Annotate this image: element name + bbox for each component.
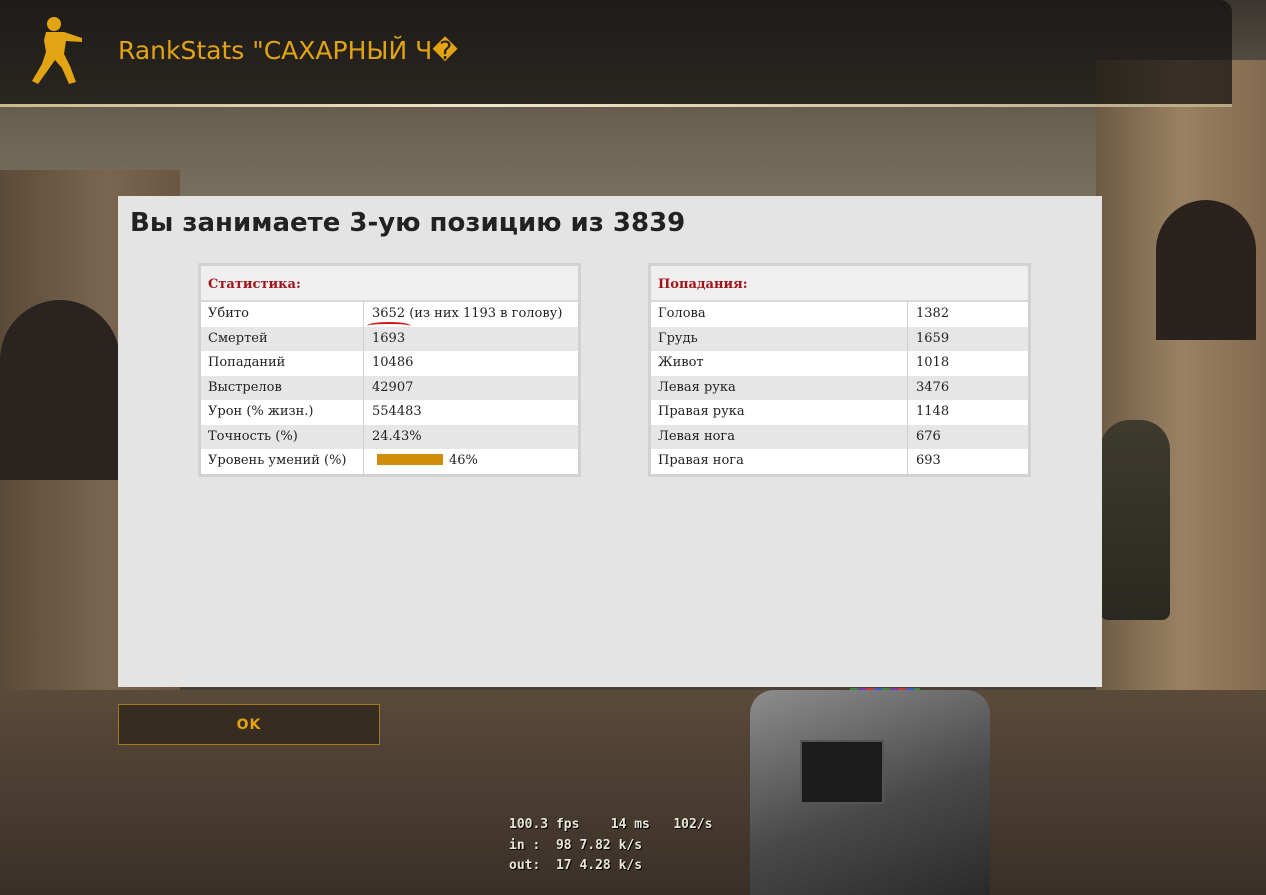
hit-label: Правая нога xyxy=(651,449,908,474)
hit-value: 1382 xyxy=(916,306,950,321)
table-row: Точность (%) 24.43% xyxy=(201,424,578,449)
soldier-figure xyxy=(1100,420,1170,620)
table-row: Левая рука 3476 xyxy=(651,375,1028,400)
stat-value: 46% xyxy=(364,449,478,474)
table-row: Левая нога 676 xyxy=(651,424,1028,449)
window-title: RankStats "САХАРНЫЙ Ч� xyxy=(118,36,458,65)
archway-left xyxy=(0,300,120,480)
skill-level-value: 46% xyxy=(449,453,478,468)
stat-label: Попаданий xyxy=(201,351,364,376)
bomb-display xyxy=(800,740,884,804)
stat-value: 3652 (из них 1193 в голову) xyxy=(364,302,562,327)
doorway-right xyxy=(1156,200,1256,340)
hit-label: Левая рука xyxy=(651,375,908,400)
stats-table-title: Статистика: xyxy=(201,266,578,302)
hit-value: 1018 xyxy=(916,355,950,370)
table-row: Убито 3652 (из них 1193 в голову) xyxy=(201,302,578,327)
counter-strike-soldier-icon xyxy=(32,17,82,84)
net-graph: 100.3 fps 14 ms 102/s in : 98 7.82 k/s out… xyxy=(509,815,713,877)
stat-value: 10486 xyxy=(372,355,414,370)
skill-level-bar xyxy=(377,454,443,465)
hit-label: Правая рука xyxy=(651,400,908,425)
table-row: Смертей 1693 xyxy=(201,326,578,351)
hit-label: Левая нога xyxy=(651,424,908,449)
ok-button[interactable]: OK xyxy=(118,704,380,745)
stat-value: 554483 xyxy=(372,404,422,419)
hits-table-title: Попадания: xyxy=(651,266,1028,302)
motd-header: RankStats "САХАРНЫЙ Ч� xyxy=(0,0,1232,106)
rankstats-panel: Вы занимаете 3-ую позицию из 3839 Статис… xyxy=(118,196,1102,687)
net-graph-in: in : 98 7.82 k/s xyxy=(509,837,643,853)
stats-table: Статистика: Убито 3652 (из них 1193 в го… xyxy=(198,263,581,477)
header-divider xyxy=(0,104,1232,107)
table-row: Правая нога 693 xyxy=(651,449,1028,474)
stat-value: 24.43% xyxy=(372,428,422,444)
stat-value: 42907 xyxy=(372,379,414,395)
table-row: Попаданий 10486 xyxy=(201,351,578,376)
rank-heading: Вы занимаете 3-ую позицию из 3839 xyxy=(130,208,686,238)
stat-value: 1693 xyxy=(372,330,406,346)
hit-label: Грудь xyxy=(651,326,908,351)
hits-table: Попадания: Голова 1382 Грудь 1659 Живот … xyxy=(648,263,1031,477)
hit-value: 676 xyxy=(916,428,941,444)
hit-label: Живот xyxy=(651,351,908,376)
hit-value: 1148 xyxy=(916,404,950,419)
hit-value: 3476 xyxy=(916,379,950,395)
table-row: Уровень умений (%) 46% xyxy=(201,449,578,474)
net-graph-fps: 100.3 fps 14 ms 102/s xyxy=(509,817,713,832)
kills-value: 3652 (из них 1193 в голову) xyxy=(372,306,563,321)
net-graph-out: out: 17 4.28 k/s xyxy=(509,858,643,873)
stat-label: Урон (% жизн.) xyxy=(201,400,364,425)
table-row: Живот 1018 xyxy=(651,351,1028,376)
hit-value: 1659 xyxy=(916,330,950,346)
table-row: Грудь 1659 xyxy=(651,326,1028,351)
table-row: Голова 1382 xyxy=(651,302,1028,327)
hit-label: Голова xyxy=(651,302,908,327)
stat-label: Уровень умений (%) xyxy=(201,449,364,474)
stat-label: Убито xyxy=(201,302,364,327)
hit-value: 693 xyxy=(916,453,941,468)
table-row: Правая рука 1148 xyxy=(651,400,1028,425)
stat-label: Выстрелов xyxy=(201,375,364,400)
table-row: Выстрелов 42907 xyxy=(201,375,578,400)
stat-label: Смертей xyxy=(201,326,364,351)
table-row: Урон (% жизн.) 554483 xyxy=(201,400,578,425)
stat-label: Точность (%) xyxy=(201,424,364,449)
